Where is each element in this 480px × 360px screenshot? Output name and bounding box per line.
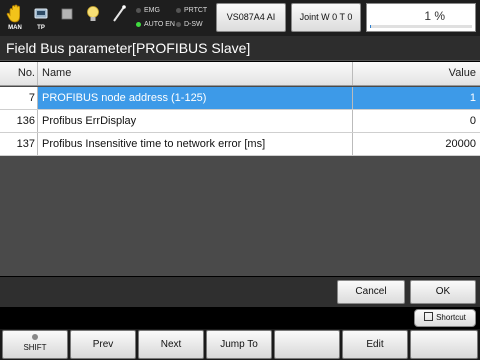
man-label: MAN	[8, 25, 22, 31]
row-name: Profibus Insensitive time to network err…	[42, 138, 266, 150]
robot-model-button[interactable]: VS087A4 AI	[216, 3, 286, 32]
function-key-5[interactable]	[274, 330, 340, 359]
table-row[interactable]: 137 Profibus Insensitive time to network…	[0, 133, 480, 156]
stop-indicator[interactable]	[56, 3, 78, 33]
manual-mode-indicator[interactable]: MAN	[4, 3, 26, 33]
row-value: 20000	[352, 133, 480, 155]
indicator-d-sw: D-SW	[176, 21, 203, 28]
row-name: Profibus ErrDisplay	[42, 115, 137, 127]
dialog-button-bar: Cancel OK	[0, 277, 480, 307]
row-value: 1	[352, 87, 480, 109]
lightbulb-icon	[87, 6, 99, 21]
table-row[interactable]: 7 PROFIBUS node address (1-125) 1	[0, 87, 480, 110]
stop-icon	[61, 8, 73, 20]
prev-button[interactable]: Prev	[70, 330, 136, 359]
row-value: 0	[352, 110, 480, 132]
row-no: 136	[0, 110, 38, 132]
function-key-7[interactable]	[410, 330, 478, 359]
shift-button[interactable]: SHIFT	[2, 330, 68, 359]
status-bar: MAN TP EMG PRTCT AUTO EN D-SW VS087A4 AI…	[0, 0, 480, 36]
row-no: 7	[0, 87, 38, 109]
column-header-value: Value	[352, 62, 480, 85]
speed-value: 1 %	[424, 9, 445, 23]
lamp-indicator[interactable]	[82, 3, 104, 33]
indicator-prtct: PRTCT	[176, 7, 207, 14]
column-header-name: Name	[42, 67, 72, 79]
row-no: 137	[0, 133, 38, 155]
tool-indicator[interactable]	[108, 3, 130, 33]
speed-indicator[interactable]: 1 %	[366, 3, 476, 32]
page-title: Field Bus parameter[PROFIBUS Slave]	[0, 36, 480, 61]
emg-status-icon	[136, 7, 141, 13]
jump-to-button[interactable]: Jump To	[206, 330, 272, 359]
pendant-icon	[34, 8, 48, 19]
indicator-emg: EMG	[136, 7, 160, 14]
next-button[interactable]: Next	[138, 330, 204, 359]
column-header-no: No.	[0, 62, 38, 85]
auto-en-status-icon	[136, 21, 141, 27]
shortcut-label: Shortcut	[436, 313, 466, 322]
indicator-auto-en: AUTO EN	[136, 21, 175, 28]
function-key-bar: SHIFT Prev Next Jump To Edit	[0, 329, 480, 360]
shortcut-button[interactable]: Shortcut	[414, 309, 476, 327]
table-row[interactable]: 136 Profibus ErrDisplay 0	[0, 110, 480, 133]
d-sw-status-icon	[176, 21, 181, 27]
shortcut-icon	[424, 312, 434, 322]
tp-label: TP	[37, 25, 45, 31]
teach-pendant-indicator[interactable]: TP	[30, 3, 52, 33]
hand-icon	[6, 4, 20, 23]
wand-icon	[113, 5, 126, 22]
speed-bar	[370, 25, 472, 28]
ok-button[interactable]: OK	[410, 280, 476, 304]
table-header: No. Name Value	[0, 62, 480, 86]
prtct-status-icon	[176, 7, 181, 13]
shift-led-icon	[32, 334, 38, 340]
cancel-button[interactable]: Cancel	[337, 280, 405, 304]
speed-bar-fill	[370, 25, 372, 28]
coordinate-mode-button[interactable]: Joint W 0 T 0	[291, 3, 361, 32]
parameter-table: No. Name Value 7 PROFIBUS node address (…	[0, 62, 480, 276]
edit-button[interactable]: Edit	[342, 330, 408, 359]
row-name: PROFIBUS node address (1-125)	[42, 92, 207, 104]
shift-label: SHIFT	[23, 343, 47, 352]
